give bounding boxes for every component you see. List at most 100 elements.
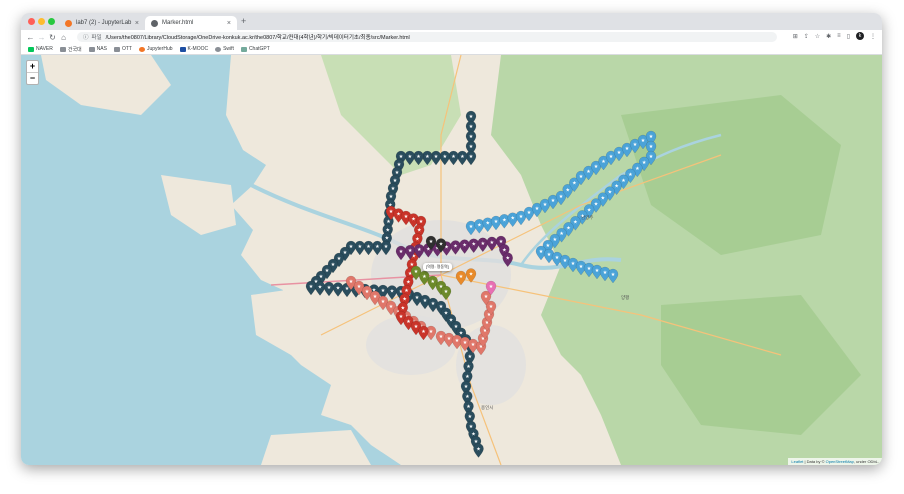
star-icon: ★ xyxy=(489,284,494,290)
star-icon: ★ xyxy=(609,154,614,160)
star-icon: ★ xyxy=(535,206,540,212)
star-icon: ★ xyxy=(466,404,471,410)
folder-icon xyxy=(59,46,66,52)
star-icon: ★ xyxy=(429,239,434,245)
star-icon: ★ xyxy=(539,249,544,255)
star-icon: ★ xyxy=(601,159,606,165)
star-icon: ★ xyxy=(469,144,474,150)
star-icon: ★ xyxy=(439,334,444,340)
bookmark-star-icon[interactable]: ☆ xyxy=(815,33,820,40)
star-icon: ★ xyxy=(566,225,571,231)
star-icon: ★ xyxy=(337,256,342,262)
bookmark-label: Swift xyxy=(223,46,234,52)
star-icon: ★ xyxy=(499,239,504,245)
bookmark-konkuk[interactable]: 건국대 xyxy=(59,46,82,53)
close-icon[interactable]: × xyxy=(227,20,231,27)
forward-button[interactable]: → xyxy=(36,33,47,42)
zoom-window-button[interactable] xyxy=(48,18,55,25)
star-icon: ★ xyxy=(547,252,552,258)
star-icon: ★ xyxy=(579,264,584,270)
star-icon: ★ xyxy=(579,174,584,180)
star-icon: ★ xyxy=(415,295,420,301)
extensions-icon[interactable]: ✱ xyxy=(826,33,831,40)
star-icon: ★ xyxy=(633,142,638,148)
reading-list-icon[interactable]: ≡ xyxy=(837,33,841,39)
globe-icon xyxy=(151,19,158,27)
bookmark-label: OTT xyxy=(121,46,132,52)
star-icon: ★ xyxy=(366,244,371,250)
translate-icon[interactable]: ⊞ xyxy=(793,33,798,40)
zoom-in-button[interactable]: + xyxy=(27,61,38,72)
star-icon: ★ xyxy=(443,154,448,160)
star-icon: ★ xyxy=(414,269,419,275)
star-icon: ★ xyxy=(453,244,458,250)
attribution-separator: | Data by © xyxy=(803,459,826,464)
star-icon: ★ xyxy=(555,255,560,261)
bookmark-chatgpt[interactable]: ChatGPT xyxy=(240,46,270,52)
star-icon: ★ xyxy=(587,266,592,272)
star-icon: ★ xyxy=(571,261,576,267)
star-icon: ★ xyxy=(559,194,564,200)
menu-icon[interactable]: ⋮ xyxy=(870,33,876,40)
minimize-window-button[interactable] xyxy=(38,18,45,25)
back-button[interactable]: ← xyxy=(25,33,36,42)
star-icon: ★ xyxy=(423,298,428,304)
bookmark-nas[interactable]: NAS xyxy=(88,46,107,52)
star-icon: ★ xyxy=(408,248,413,254)
leaflet-link[interactable]: Leaflet xyxy=(791,459,803,464)
close-icon[interactable]: × xyxy=(135,20,139,27)
star-icon: ★ xyxy=(468,414,473,420)
star-icon: ★ xyxy=(451,154,456,160)
home-icon[interactable]: ⌂ xyxy=(58,33,69,42)
star-icon: ★ xyxy=(572,181,577,187)
address-scheme: 파일 xyxy=(91,35,102,41)
close-window-button[interactable] xyxy=(28,18,35,25)
star-icon: ★ xyxy=(439,242,444,248)
star-icon: ★ xyxy=(401,305,406,311)
star-icon: ★ xyxy=(325,268,330,274)
osm-link[interactable]: OpenStreetMap xyxy=(826,459,854,464)
star-icon: ★ xyxy=(553,237,558,243)
bookmark-naver[interactable]: NAVER xyxy=(28,46,53,52)
tab-marker[interactable]: Marker.html × xyxy=(145,16,237,30)
profile-avatar[interactable]: k xyxy=(856,32,864,40)
new-tab-button[interactable]: + xyxy=(241,16,246,26)
address-url: /Users/the0807/Library/CloudStorage/OneD… xyxy=(105,35,410,41)
star-icon: ★ xyxy=(406,280,411,286)
zoom-out-button[interactable]: − xyxy=(27,72,38,84)
star-icon: ★ xyxy=(519,214,524,220)
folder-icon xyxy=(88,46,95,52)
star-icon: ★ xyxy=(559,231,564,237)
star-icon: ★ xyxy=(469,124,474,130)
bookmark-ott[interactable]: OTT xyxy=(113,46,132,52)
reload-button[interactable]: ↻ xyxy=(47,33,58,42)
star-icon: ★ xyxy=(386,219,391,225)
address-bar[interactable]: ⓘ 파일 /Users/the0807/Library/CloudStorage… xyxy=(77,32,777,42)
star-icon: ★ xyxy=(349,279,354,285)
star-icon: ★ xyxy=(390,289,395,295)
tab-jupyterlab[interactable]: lab7 (2) - JupyterLab × xyxy=(59,16,145,30)
leaflet-map[interactable]: ★ ★ ★ ★ ★ ★ ★ ★ ★ ★ ★ ★ ★ ★ ★ ★ ★ ★ ★ ★ ★ ★ ★ ★ ★ ★ ★ ★ ★ ★ ★ ★ ★ ★ ★ ★ ★ ★ ★ ★… xyxy=(21,55,882,465)
star-icon: ★ xyxy=(505,256,510,262)
star-icon: ★ xyxy=(471,242,476,248)
star-icon: ★ xyxy=(477,222,482,228)
star-icon: ★ xyxy=(404,288,409,294)
star-icon: ★ xyxy=(649,154,654,160)
star-icon: ★ xyxy=(411,217,416,223)
toolbar-actions: ⊞ ⇪ ☆ ✱ ≡ ▯ k ⋮ xyxy=(793,32,876,40)
star-icon: ★ xyxy=(543,202,548,208)
star-icon: ★ xyxy=(460,154,465,160)
bookmark-kmooc[interactable]: K-MOOC xyxy=(179,46,208,52)
star-icon: ★ xyxy=(465,394,470,400)
share-icon[interactable]: ⇪ xyxy=(804,33,809,40)
sidepanel-icon[interactable]: ▯ xyxy=(847,33,850,40)
star-icon: ★ xyxy=(459,274,464,280)
star-icon: ★ xyxy=(490,240,495,246)
bookmark-swift[interactable]: Swift xyxy=(215,46,234,52)
bookmark-label: 건국대 xyxy=(67,46,82,53)
star-icon: ★ xyxy=(336,286,341,292)
star-icon: ★ xyxy=(476,447,481,453)
star-icon: ★ xyxy=(502,247,507,253)
bookmark-jupyterhub[interactable]: JupyterHub xyxy=(138,46,173,52)
chatgpt-icon xyxy=(240,46,247,52)
